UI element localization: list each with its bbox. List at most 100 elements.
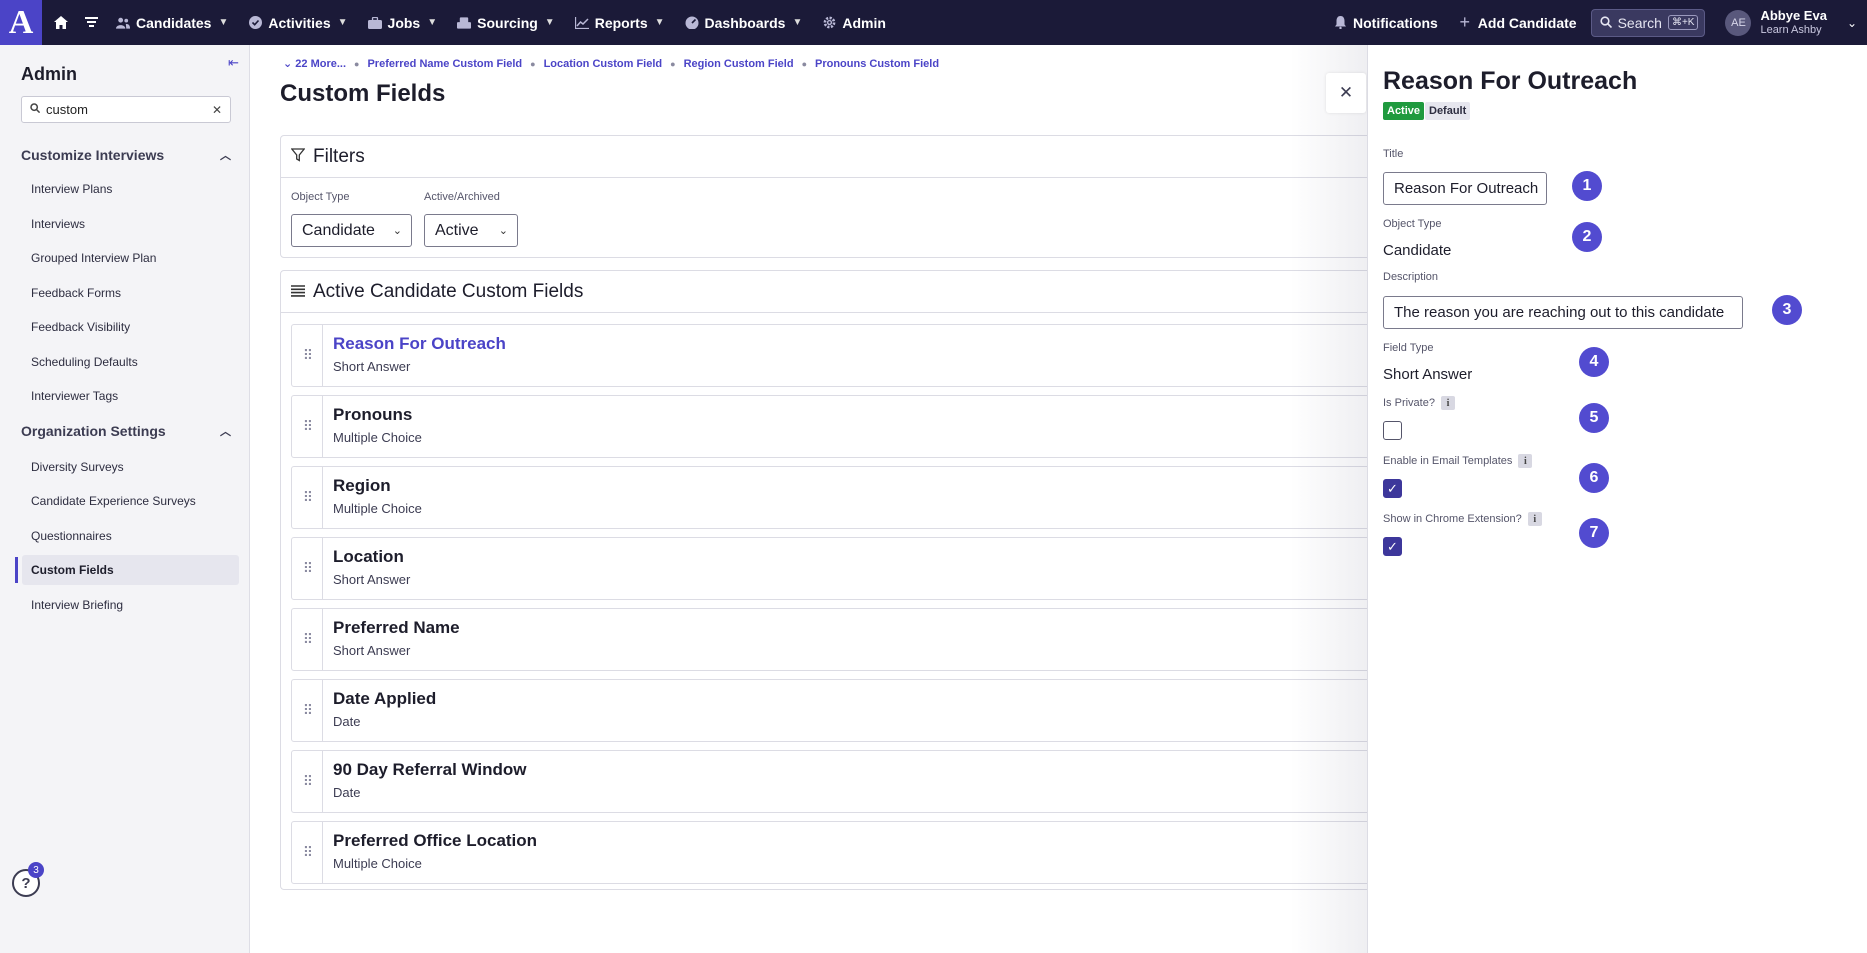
- drag-handle-icon[interactable]: ⠿: [292, 538, 323, 599]
- chevron-down-icon: ▼: [544, 17, 555, 28]
- sidebar-search-value[interactable]: custom: [46, 102, 212, 117]
- nav-activities[interactable]: Activities ▼: [238, 0, 357, 45]
- chrome-extension-label-text: Show in Chrome Extension?: [1383, 513, 1522, 525]
- breadcrumb-item[interactable]: Region Custom Field: [684, 58, 794, 70]
- step-marker: 3: [1772, 295, 1802, 325]
- description-input[interactable]: The reason you are reaching out to this …: [1383, 296, 1743, 329]
- notifications-button[interactable]: Notifications: [1323, 0, 1448, 45]
- sidebar-item-feedback-visibility[interactable]: Feedback Visibility: [22, 312, 239, 342]
- nav-jobs-label: Jobs: [387, 14, 421, 31]
- title-input[interactable]: Reason For Outreach: [1383, 172, 1547, 205]
- chart-icon: [574, 16, 589, 30]
- sidebar-item-interview-briefing[interactable]: Interview Briefing: [22, 590, 239, 620]
- add-candidate-button[interactable]: + Add Candidate: [1448, 0, 1587, 45]
- is-private-checkbox[interactable]: [1383, 421, 1402, 440]
- info-icon[interactable]: i: [1440, 396, 1455, 410]
- drag-handle-icon[interactable]: ⠿: [292, 609, 323, 670]
- sidebar-item-feedback-forms[interactable]: Feedback Forms: [22, 278, 239, 308]
- nav-dashboards[interactable]: Dashboards ▼: [675, 0, 813, 45]
- sidebar-item-custom-fields[interactable]: Custom Fields: [15, 555, 239, 585]
- section-organization-settings[interactable]: Organization Settings ︿: [21, 423, 231, 439]
- filter-button[interactable]: [76, 0, 106, 45]
- custom-field-row[interactable]: ⠿ Pronouns Multiple Choice: [291, 395, 1411, 458]
- page-title: Custom Fields: [280, 80, 446, 107]
- custom-field-row[interactable]: ⠿ Preferred Office Location Multiple Choi…: [291, 821, 1411, 884]
- section-label: Customize Interviews: [21, 147, 165, 163]
- chevron-down-icon: ▼: [792, 17, 803, 28]
- step-marker: 7: [1579, 518, 1609, 548]
- field-type-label: Field Type: [1383, 342, 1434, 354]
- sidebar-item-diversity-surveys[interactable]: Diversity Surveys: [22, 452, 239, 482]
- breadcrumb-item[interactable]: Preferred Name Custom Field: [367, 58, 522, 70]
- sidebar-item-interview-plans[interactable]: Interview Plans: [22, 174, 239, 204]
- section-customize-interviews[interactable]: Customize Interviews ︿: [21, 147, 231, 163]
- drag-handle-icon[interactable]: ⠿: [292, 680, 323, 741]
- list-icon: [291, 284, 305, 300]
- search-icon: [30, 103, 41, 116]
- nav-jobs[interactable]: Jobs ▼: [358, 0, 448, 45]
- filters-title: Filters: [313, 145, 365, 167]
- user-menu[interactable]: Abbye Eva Learn Ashby: [1760, 8, 1826, 37]
- info-icon[interactable]: i: [1518, 454, 1533, 468]
- status-value: Active: [435, 221, 479, 239]
- drag-handle-icon[interactable]: ⠿: [292, 396, 323, 457]
- home-button[interactable]: [42, 0, 76, 45]
- filters-panel: Filters Object Type Candidate ⌄ Active/A…: [280, 135, 1410, 258]
- chevron-down-icon[interactable]: ⌄: [1847, 16, 1857, 30]
- collapse-sidebar-icon[interactable]: ⇤: [228, 55, 239, 71]
- ashby-logo[interactable]: A: [0, 0, 42, 45]
- field-type: Date: [333, 785, 361, 800]
- search-shortcut: ⌘+K: [1667, 15, 1699, 30]
- custom-field-row[interactable]: ⠿ Region Multiple Choice: [291, 466, 1411, 529]
- nav-dashboards-label: Dashboards: [704, 14, 786, 31]
- clear-search-icon[interactable]: ✕: [212, 103, 222, 117]
- status-select[interactable]: Active ⌄: [424, 214, 518, 247]
- nav-admin[interactable]: Admin: [812, 0, 896, 45]
- field-title[interactable]: Preferred Office Location: [333, 831, 537, 851]
- sidebar-search-input[interactable]: custom ✕: [21, 96, 231, 123]
- sidebar-item-interviewer-tags[interactable]: Interviewer Tags: [22, 381, 239, 411]
- chrome-extension-checkbox[interactable]: ✓: [1383, 537, 1402, 556]
- drag-handle-icon[interactable]: ⠿: [292, 751, 323, 812]
- drag-handle-icon[interactable]: ⠿: [292, 325, 323, 386]
- sidebar-item-grouped-interview-plan[interactable]: Grouped Interview Plan: [22, 243, 239, 273]
- custom-field-row[interactable]: ⠿ 90 Day Referral Window Date: [291, 750, 1411, 813]
- help-notification-badge: 3: [28, 862, 44, 878]
- email-templates-checkbox[interactable]: ✓: [1383, 479, 1402, 498]
- field-title[interactable]: Reason For Outreach: [333, 334, 506, 354]
- custom-fields-header: Active Candidate Custom Fields: [281, 271, 1409, 313]
- global-search-button[interactable]: Search ⌘+K: [1590, 8, 1706, 37]
- breadcrumb: ⌄ 22 More... ● Preferred Name Custom Fie…: [283, 57, 939, 71]
- drag-handle-icon[interactable]: ⠿: [292, 467, 323, 528]
- object-type-select[interactable]: Candidate ⌄: [291, 214, 412, 247]
- custom-field-row[interactable]: ⠿ Location Short Answer: [291, 537, 1411, 600]
- info-icon[interactable]: i: [1527, 512, 1542, 526]
- field-title[interactable]: Date Applied: [333, 689, 436, 709]
- field-title[interactable]: Pronouns: [333, 405, 422, 425]
- custom-fields-panel: Active Candidate Custom Fields ⠿ Reason …: [280, 270, 1411, 890]
- nav-reports[interactable]: Reports ▼: [565, 0, 675, 45]
- nav-candidates[interactable]: Candidates ▼: [106, 0, 238, 45]
- nav-sourcing[interactable]: Sourcing ▼: [447, 0, 565, 45]
- breadcrumb-item[interactable]: Location Custom Field: [544, 58, 663, 70]
- close-drawer-button[interactable]: ✕: [1326, 73, 1366, 113]
- sidebar-item-scheduling-defaults[interactable]: Scheduling Defaults: [22, 347, 239, 377]
- field-type-value: Short Answer: [1383, 366, 1473, 383]
- checkmark-icon: ✓: [1387, 480, 1398, 496]
- field-title[interactable]: Location: [333, 547, 410, 567]
- custom-field-row[interactable]: ⠿ Reason For Outreach Short Answer: [291, 324, 1411, 387]
- field-title[interactable]: 90 Day Referral Window: [333, 760, 527, 780]
- drag-handle-icon[interactable]: ⠿: [292, 822, 323, 883]
- custom-field-row[interactable]: ⠿ Date Applied Date: [291, 679, 1411, 742]
- field-title[interactable]: Region: [333, 476, 422, 496]
- search-label: Search: [1617, 14, 1662, 31]
- custom-field-row[interactable]: ⠿ Preferred Name Short Answer: [291, 608, 1411, 671]
- field-title[interactable]: Preferred Name: [333, 618, 460, 638]
- filters-header: Filters: [281, 136, 1409, 178]
- breadcrumb-more[interactable]: ⌄ 22 More...: [283, 57, 346, 70]
- sidebar-item-candidate-experience-surveys[interactable]: Candidate Experience Surveys: [22, 486, 239, 516]
- sidebar-item-interviews[interactable]: Interviews: [22, 209, 239, 239]
- sidebar-item-questionnaires[interactable]: Questionnaires: [22, 521, 239, 551]
- breadcrumb-item[interactable]: Pronouns Custom Field: [815, 58, 939, 70]
- avatar[interactable]: AE: [1725, 9, 1752, 36]
